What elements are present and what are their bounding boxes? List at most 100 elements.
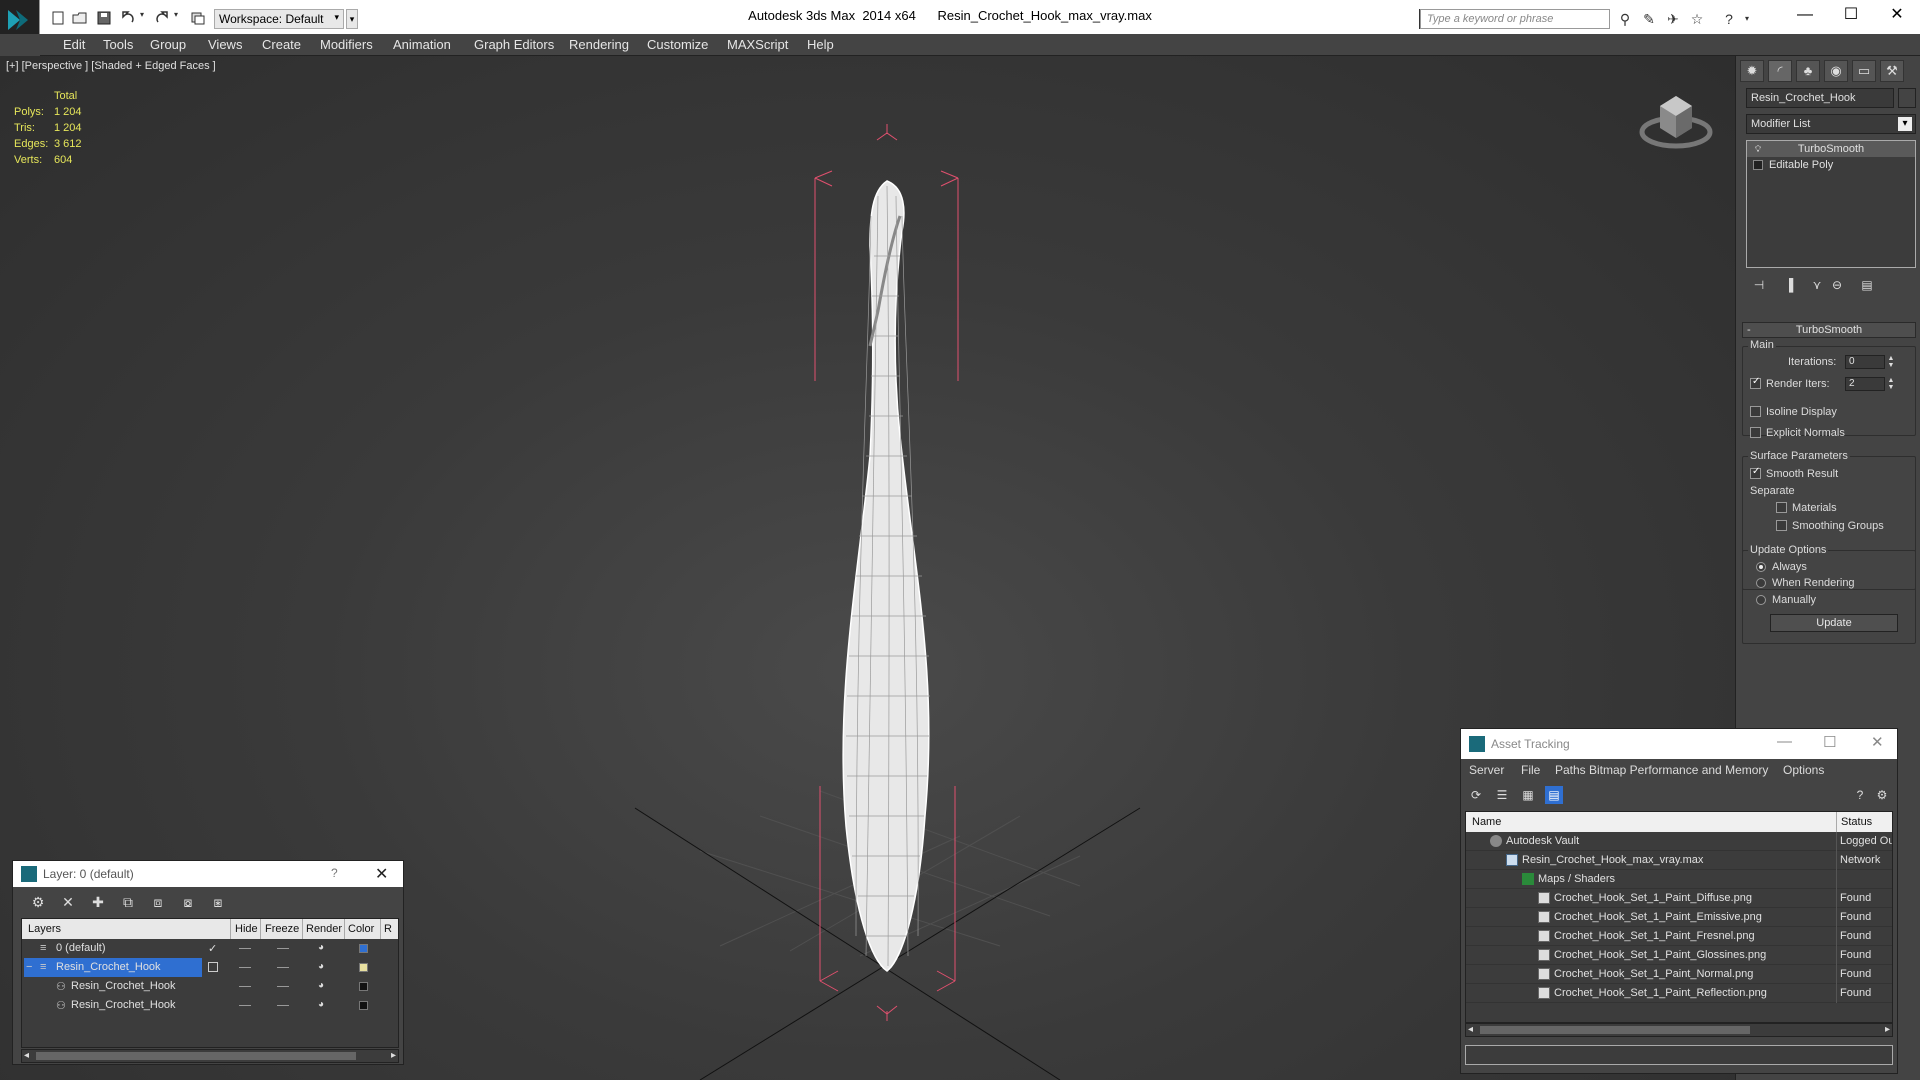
maximize-button[interactable]: ☐ bbox=[1828, 0, 1874, 30]
turbosmooth-rollout-header[interactable]: - TurboSmooth bbox=[1742, 322, 1916, 338]
asset-path-field[interactable] bbox=[1465, 1045, 1893, 1065]
freeze-toggle[interactable] bbox=[277, 967, 289, 968]
asset-menu-file[interactable]: File bbox=[1521, 763, 1540, 777]
collapse-icon[interactable]: − bbox=[26, 961, 32, 973]
select-objects-in-layer-icon[interactable]: ⧈ bbox=[149, 893, 167, 911]
freeze-toggle[interactable] bbox=[277, 986, 289, 987]
explicit-normals-checkbox[interactable] bbox=[1750, 427, 1761, 438]
minimize-button[interactable]: — bbox=[1782, 0, 1828, 30]
open-file-icon[interactable] bbox=[72, 10, 88, 26]
close-icon[interactable]: ✕ bbox=[1871, 733, 1884, 751]
add-selection-to-layer-icon[interactable]: ⧉ bbox=[119, 893, 137, 911]
asset-dialog-title-bar[interactable]: Asset Tracking — ☐ ✕ bbox=[1461, 729, 1897, 759]
favorites-star-icon[interactable]: ☆ bbox=[1688, 10, 1706, 28]
binoculars-icon[interactable]: ⚲ bbox=[1616, 10, 1634, 28]
minimize-icon[interactable]: — bbox=[1777, 733, 1792, 750]
settings-icon[interactable]: ⚙ bbox=[1873, 786, 1891, 804]
new-file-icon[interactable] bbox=[50, 10, 66, 26]
object-color-swatch[interactable] bbox=[359, 982, 368, 991]
table-view-icon[interactable]: ▤ bbox=[1545, 786, 1563, 804]
redo-icon[interactable] bbox=[154, 10, 170, 26]
asset-menu-bitmap-performance[interactable]: Bitmap Performance and Memory bbox=[1589, 763, 1768, 777]
header-hide[interactable]: Hide bbox=[235, 923, 258, 935]
help-icon[interactable]: ? bbox=[1720, 10, 1738, 28]
workspace-select[interactable]: Workspace: Default ▾ bbox=[214, 9, 344, 29]
header-r[interactable]: R bbox=[384, 923, 392, 935]
scroll-left-icon[interactable]: ◂ bbox=[24, 1050, 29, 1061]
communication-center-icon[interactable]: ✈ bbox=[1664, 10, 1682, 28]
asset-row[interactable]: Crochet_Hook_Set_1_Paint_Reflection.png … bbox=[1466, 984, 1892, 1003]
menu-maxscript[interactable]: MAXScript bbox=[721, 34, 794, 56]
menu-group[interactable]: Group bbox=[144, 34, 192, 56]
scrollbar-thumb[interactable] bbox=[36, 1052, 356, 1060]
make-active-box-icon[interactable] bbox=[208, 962, 218, 972]
asset-menu-server[interactable]: Server bbox=[1469, 763, 1504, 777]
header-name[interactable]: Name bbox=[1472, 816, 1501, 828]
horizontal-scrollbar[interactable]: ◂ ▸ bbox=[21, 1049, 399, 1063]
modify-tab-icon[interactable]: ◜ bbox=[1768, 60, 1792, 82]
render-teapot-icon[interactable]: ◕ bbox=[318, 962, 330, 972]
when-rendering-radio[interactable] bbox=[1756, 578, 1766, 588]
render-iters-spinner[interactable]: 2 bbox=[1845, 377, 1885, 391]
remove-modifier-icon[interactable]: ⊖ bbox=[1828, 276, 1846, 294]
refresh-icon[interactable]: ⟳ bbox=[1467, 786, 1485, 804]
asset-row[interactable]: Crochet_Hook_Set_1_Paint_Diffuse.png Fou… bbox=[1466, 889, 1892, 908]
scroll-right-icon[interactable]: ▸ bbox=[391, 1050, 396, 1061]
asset-row[interactable]: Crochet_Hook_Set_1_Paint_Glossines.png F… bbox=[1466, 946, 1892, 965]
render-teapot-icon[interactable]: ◕ bbox=[318, 981, 330, 991]
add-layer-icon[interactable]: ✚ bbox=[89, 893, 107, 911]
pin-stack-icon[interactable]: ⊣ bbox=[1750, 276, 1768, 294]
help-button[interactable]: ? bbox=[331, 866, 338, 880]
freeze-toggle[interactable] bbox=[277, 948, 289, 949]
menu-animation[interactable]: Animation bbox=[387, 34, 457, 56]
modifier-list-dropdown[interactable]: Modifier List ▾ bbox=[1746, 114, 1916, 134]
list-view-icon[interactable]: ☰ bbox=[1493, 786, 1511, 804]
scrollbar-thumb[interactable] bbox=[1480, 1026, 1750, 1034]
menu-edit[interactable]: Edit bbox=[57, 34, 91, 56]
hide-toggle[interactable] bbox=[239, 948, 251, 949]
header-layers[interactable]: Layers bbox=[28, 923, 61, 935]
menu-help[interactable]: Help bbox=[801, 34, 840, 56]
expand-plus-icon[interactable] bbox=[1753, 160, 1763, 170]
manually-radio[interactable] bbox=[1756, 595, 1766, 605]
help-icon[interactable]: ? bbox=[1851, 786, 1869, 804]
viewcube-icon[interactable] bbox=[1636, 84, 1716, 154]
save-icon[interactable] bbox=[96, 10, 112, 26]
asset-menu-paths[interactable]: Paths bbox=[1555, 763, 1586, 777]
layer-row-object[interactable]: ⚇ Resin_Crochet_Hook ◕ bbox=[22, 977, 398, 996]
display-tab-icon[interactable]: ▭ bbox=[1852, 60, 1876, 82]
subscription-icon[interactable]: ✎ bbox=[1640, 10, 1658, 28]
menu-tools[interactable]: Tools bbox=[97, 34, 139, 56]
project-folder-icon[interactable] bbox=[190, 10, 206, 26]
asset-row[interactable]: Resin_Crochet_Hook_max_vray.max Network bbox=[1466, 851, 1892, 870]
highlight-selected-layer-icon[interactable]: ⧇ bbox=[179, 893, 197, 911]
header-render[interactable]: Render bbox=[306, 923, 342, 935]
materials-checkbox[interactable] bbox=[1776, 502, 1787, 513]
iterations-spinner[interactable]: 0 bbox=[1845, 355, 1885, 369]
maximize-icon[interactable]: ☐ bbox=[1823, 733, 1836, 751]
hide-toggle[interactable] bbox=[239, 1005, 251, 1006]
active-layer-check-icon[interactable]: ✓ bbox=[208, 942, 217, 955]
layer-row-resin-crochet-hook[interactable]: − ≡ Resin_Crochet_Hook ◕ bbox=[22, 958, 398, 977]
menu-create[interactable]: Create bbox=[256, 34, 307, 56]
help-dropdown-icon[interactable]: ▾ bbox=[1738, 10, 1756, 28]
asset-menu-options[interactable]: Options bbox=[1783, 763, 1824, 777]
hide-toggle[interactable] bbox=[239, 967, 251, 968]
utilities-tab-icon[interactable]: ⚒ bbox=[1880, 60, 1904, 82]
render-teapot-icon[interactable]: ◕ bbox=[318, 943, 330, 953]
asset-row[interactable]: Maps / Shaders bbox=[1466, 870, 1892, 889]
configure-modifier-sets-icon[interactable]: ▤ bbox=[1858, 276, 1876, 294]
freeze-toggle[interactable] bbox=[277, 1005, 289, 1006]
create-tab-icon[interactable]: ✹ bbox=[1740, 60, 1764, 82]
smoothing-groups-checkbox[interactable] bbox=[1776, 520, 1787, 531]
close-icon[interactable]: ✕ bbox=[375, 864, 388, 884]
scroll-left-icon[interactable]: ◂ bbox=[1468, 1024, 1473, 1035]
layer-row-object[interactable]: ⚇ Resin_Crochet_Hook ◕ bbox=[22, 996, 398, 1015]
render-iters-checkbox[interactable] bbox=[1750, 376, 1761, 389]
menu-views[interactable]: Views bbox=[202, 34, 248, 56]
isoline-display-checkbox[interactable] bbox=[1750, 406, 1761, 417]
header-color[interactable]: Color bbox=[348, 923, 374, 935]
stack-item-turbosmooth[interactable]: 💡︎ TurboSmooth bbox=[1747, 141, 1915, 157]
update-button[interactable]: Update bbox=[1770, 614, 1898, 632]
menu-graph-editors[interactable]: Graph Editors bbox=[468, 34, 560, 56]
